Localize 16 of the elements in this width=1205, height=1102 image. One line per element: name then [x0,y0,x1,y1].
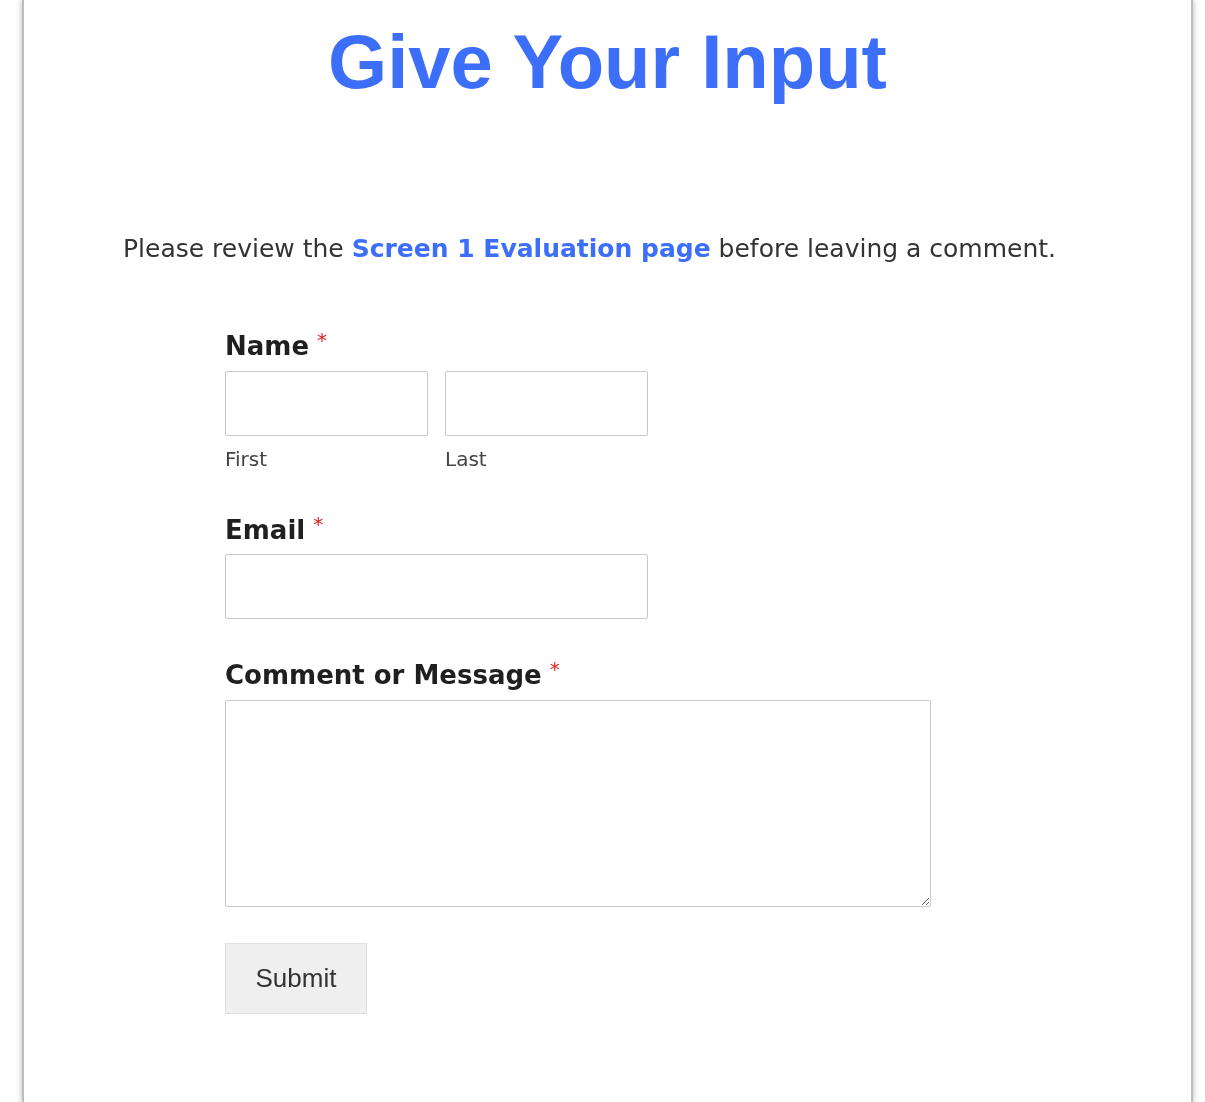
sublabel: First [225,445,269,473]
required-mark: * [313,513,324,534]
name-input[interactable] [445,370,648,436]
field-label: Email [225,513,306,547]
required-mark: * [317,330,328,351]
email-input[interactable] [225,554,648,620]
field-label: Comment or Message [225,659,542,692]
intro-text: Please review the Screen 1 Evaluation page before leaving a comment. [123,233,1058,265]
name-input[interactable] [225,370,428,436]
page-title: Give Your Input [328,18,887,106]
field-label: Name [225,330,310,363]
sublabel: Last [445,445,488,473]
evaluation-link[interactable]: Screen 1 Evaluation page [351,234,711,263]
message-textarea[interactable] [225,699,931,907]
required-mark: * [549,659,560,680]
submit-button[interactable]: Submit [225,942,367,1014]
